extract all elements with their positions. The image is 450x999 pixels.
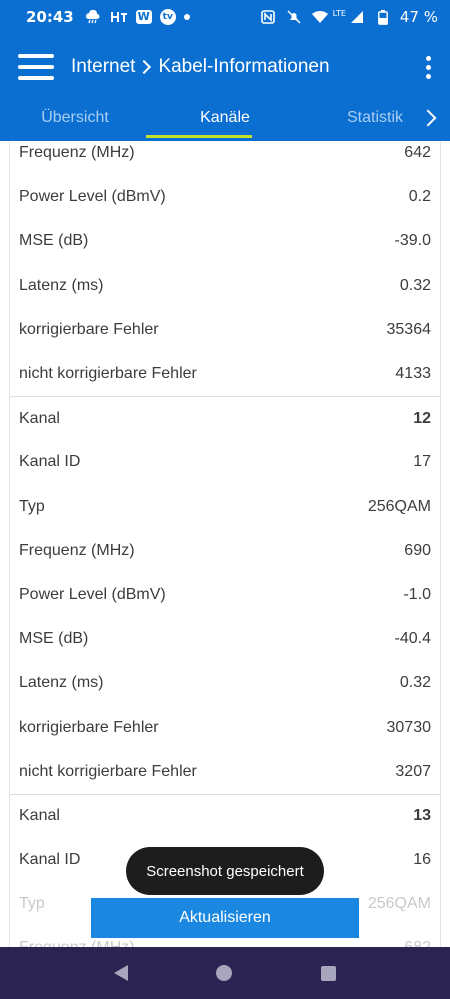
table-row: MSE (dB) -40.4 xyxy=(10,617,440,661)
row-label: nicht korrigierbare Fehler xyxy=(19,762,197,780)
notification-icons: W tv xyxy=(84,9,190,25)
row-value: -1.0 xyxy=(403,585,431,603)
row-value: 16 xyxy=(413,851,431,869)
menu-icon[interactable] xyxy=(18,54,54,80)
row-label: Frequenz (MHz) xyxy=(19,541,135,559)
page-title: Kabel-Informationen xyxy=(158,56,330,77)
row-value: 690 xyxy=(404,541,431,559)
row-value: 17 xyxy=(413,453,431,471)
row-label: Typ xyxy=(19,497,45,515)
table-row: korrigierbare Fehler 30730 xyxy=(10,705,440,749)
w-app-icon: W xyxy=(135,10,152,24)
breadcrumb: Internet Kabel-Informationen xyxy=(71,56,330,78)
table-row: MSE (dB) -39.0 xyxy=(10,219,440,263)
row-label: nicht korrigierbare Fehler xyxy=(19,365,197,383)
status-time: 20:43 xyxy=(26,8,74,26)
row-value: 0.2 xyxy=(408,188,431,206)
table-row: korrigierbare Fehler 35364 xyxy=(10,308,440,352)
row-value: 642 xyxy=(404,144,431,162)
tv-app-icon: tv xyxy=(159,9,176,25)
row-label: korrigierbare Fehler xyxy=(19,718,159,736)
row-value: 3207 xyxy=(395,762,431,780)
system-nav-bar xyxy=(0,947,450,999)
table-row: Kanal 12 xyxy=(10,396,440,440)
row-label: Latenz (ms) xyxy=(19,674,104,692)
table-row: Frequenz (MHz) 642 xyxy=(10,141,440,175)
signal-icon xyxy=(348,10,366,24)
row-label: Frequenz (MHz) xyxy=(19,144,135,162)
mute-icon xyxy=(285,10,303,24)
system-icons: LTE 47 % xyxy=(259,8,438,26)
row-value: 13 xyxy=(413,807,431,825)
row-value: 0.32 xyxy=(399,276,431,294)
row-value: 0.32 xyxy=(399,674,431,692)
chevron-right-icon xyxy=(137,59,152,75)
row-value: 12 xyxy=(413,409,431,427)
row-value: 35364 xyxy=(386,320,432,338)
table-row: Power Level (dBmV) -1.0 xyxy=(10,573,440,617)
status-bar: 20:43 W tv LTE 47 % xyxy=(0,0,450,34)
row-label: Kanal ID xyxy=(19,453,81,471)
row-value: -40.4 xyxy=(394,630,431,648)
row-value: -39.0 xyxy=(394,232,431,250)
row-label: Power Level (dBmV) xyxy=(19,585,166,603)
network-icon xyxy=(110,10,128,24)
channel-rows: Frequenz (MHz) 642 Power Level (dBmV) 0.2 MS… xyxy=(10,141,440,947)
row-label: MSE (dB) xyxy=(19,232,89,250)
active-tab-indicator xyxy=(146,135,252,138)
back-icon[interactable] xyxy=(114,965,129,981)
more-options-icon[interactable] xyxy=(426,55,432,79)
row-value: 256QAM xyxy=(367,497,431,515)
table-row: Frequenz (MHz) 690 xyxy=(10,529,440,573)
row-label: Kanal xyxy=(19,807,60,825)
nfc-icon xyxy=(259,10,277,24)
table-row: Latenz (ms) 0.32 xyxy=(10,264,440,308)
battery-icon xyxy=(374,9,392,25)
table-row: Kanal 13 xyxy=(10,793,440,838)
recent-apps-icon[interactable] xyxy=(320,965,336,981)
home-icon[interactable] xyxy=(216,965,233,981)
row-label: korrigierbare Fehler xyxy=(19,320,159,338)
row-label: MSE (dB) xyxy=(19,630,89,648)
battery-level: 47 % xyxy=(399,8,438,26)
wifi-icon xyxy=(311,10,329,24)
refresh-button[interactable]: Aktualisieren xyxy=(91,898,359,938)
row-label: Kanal xyxy=(19,409,60,427)
row-value: 30730 xyxy=(386,718,432,736)
dot-icon xyxy=(183,14,190,20)
app-bar: Internet Kabel-Informationen xyxy=(0,34,450,100)
tab-uebersicht[interactable]: Übersicht xyxy=(0,100,150,141)
network-type: LTE xyxy=(332,8,346,18)
table-row: nicht korrigierbare Fehler 3207 xyxy=(10,750,440,794)
table-row: Kanal ID 17 xyxy=(10,440,440,484)
row-label: Kanal ID xyxy=(19,851,81,869)
row-label: Latenz (ms) xyxy=(19,276,104,294)
toast-message: Screenshot gespeichert xyxy=(126,847,324,895)
row-value: 4133 xyxy=(395,365,431,383)
breadcrumb-root[interactable]: Internet xyxy=(71,56,135,78)
weather-icon xyxy=(84,10,102,24)
table-row: Latenz (ms) 0.32 xyxy=(10,661,440,705)
channel-list[interactable]: Frequenz (MHz) 642 Power Level (dBmV) 0.2 MS… xyxy=(9,141,441,947)
row-label: Power Level (dBmV) xyxy=(19,188,166,206)
table-row: nicht korrigierbare Fehler 4133 xyxy=(10,352,440,396)
table-row: Typ 256QAM xyxy=(10,485,440,529)
table-row: Power Level (dBmV) 0.2 xyxy=(10,175,440,219)
